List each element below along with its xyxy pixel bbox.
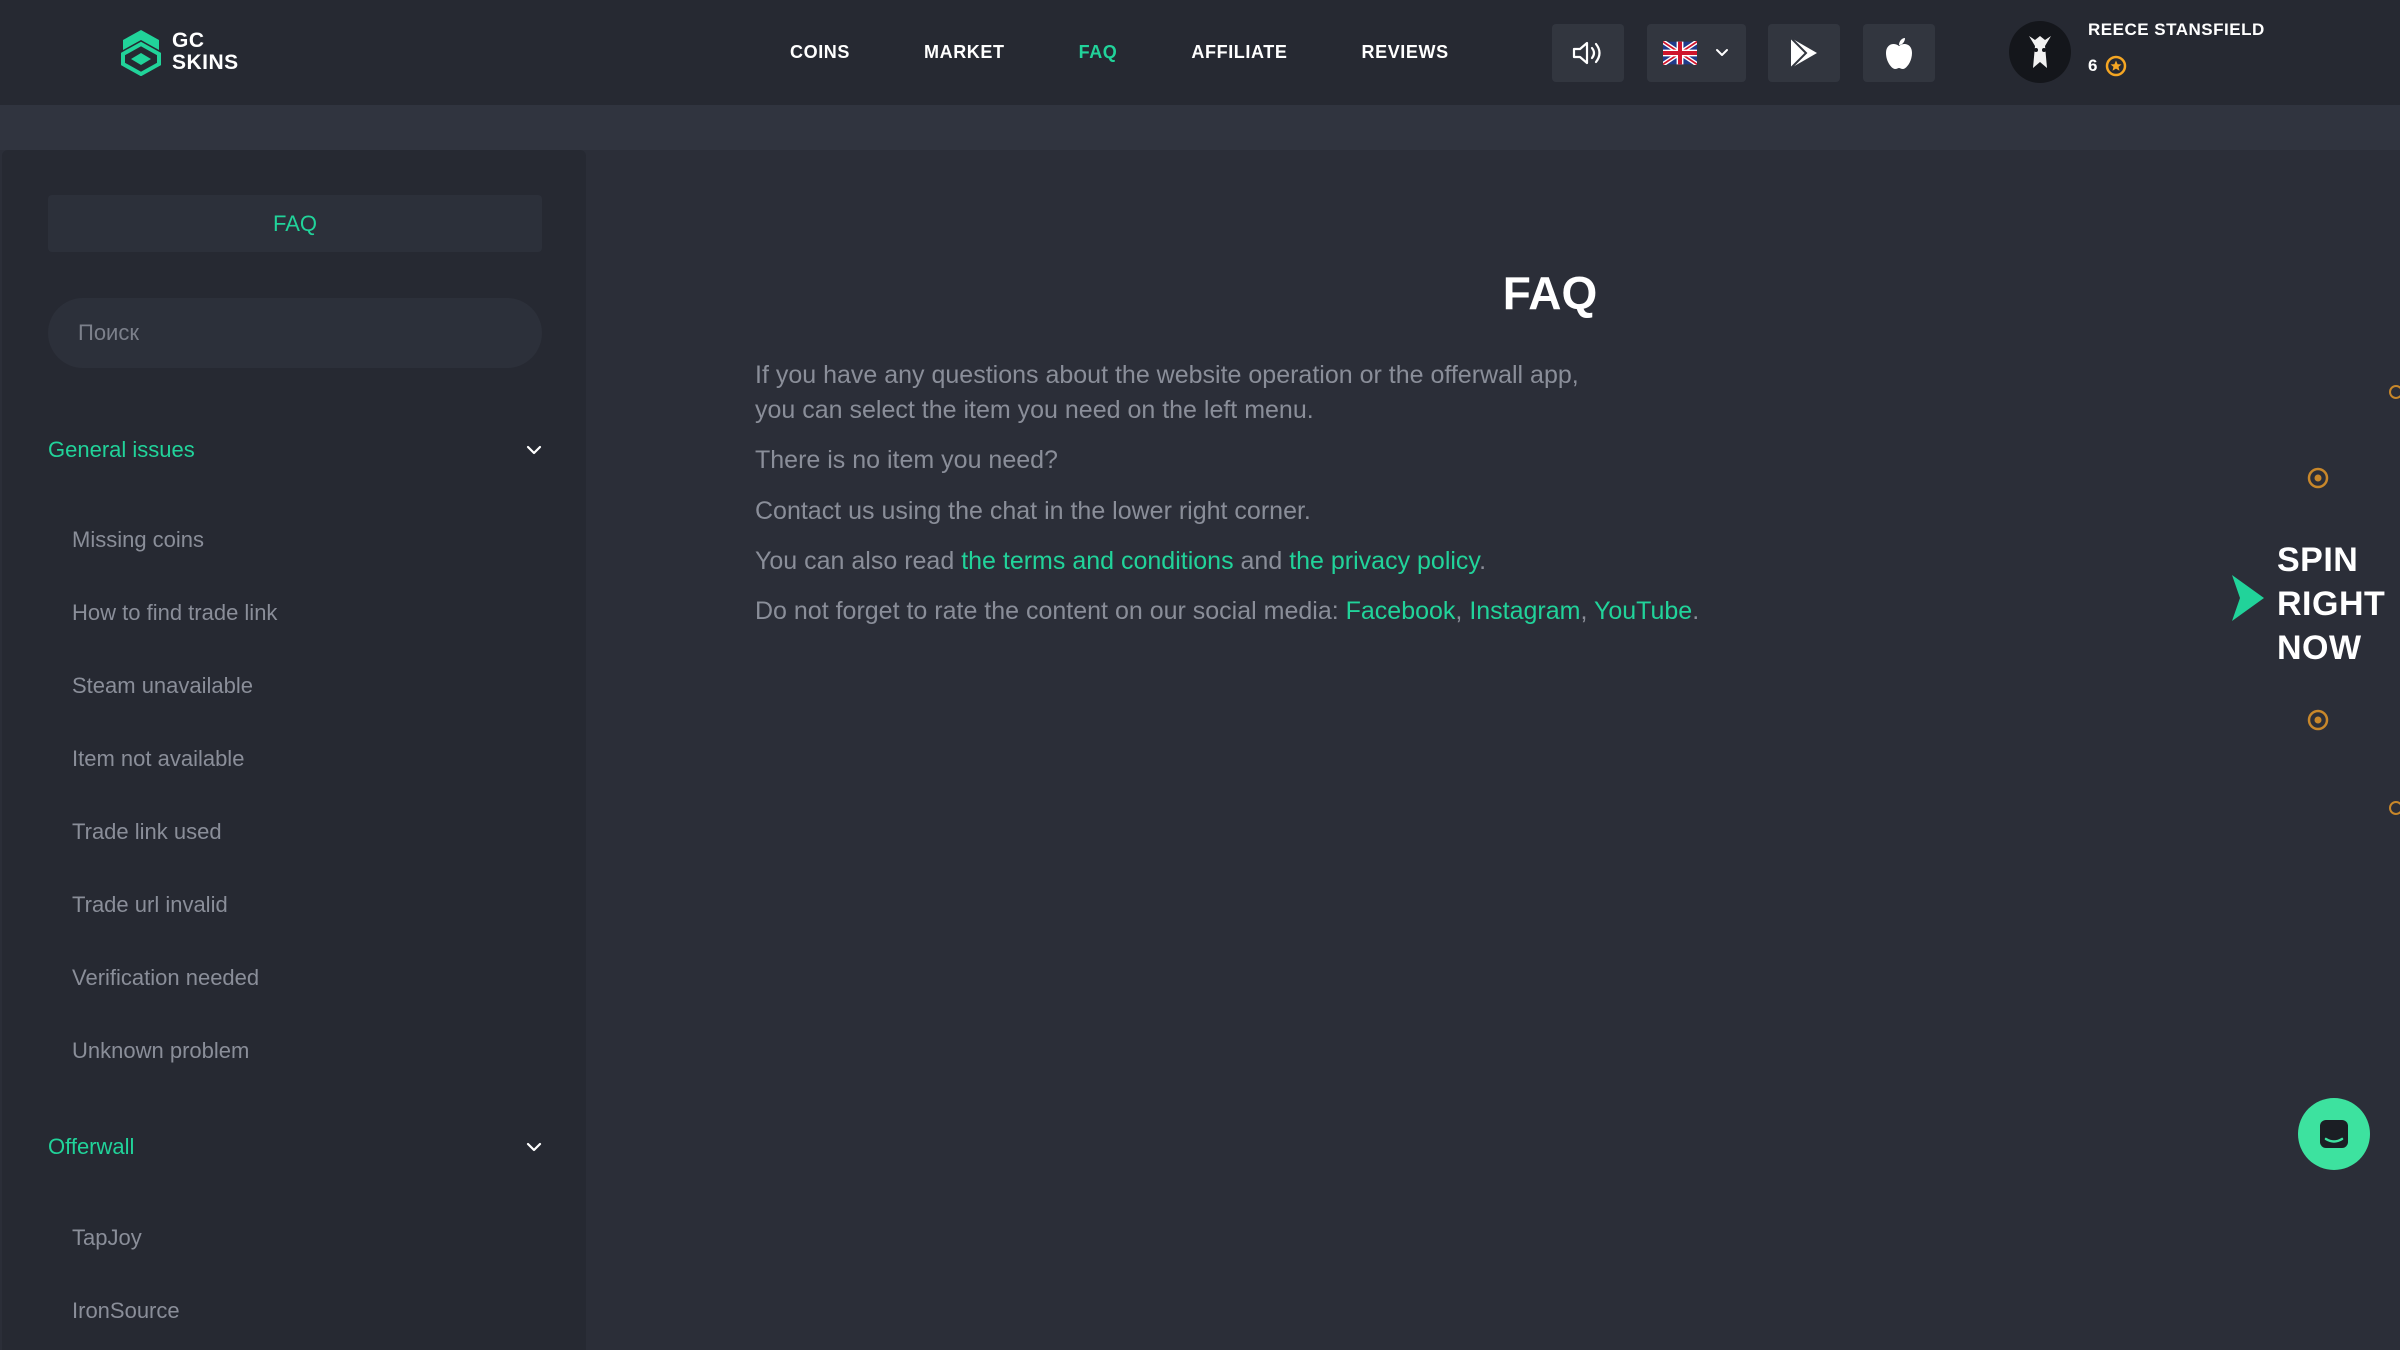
balance-value: 6 xyxy=(2088,56,2098,75)
nav-market[interactable]: MARKET xyxy=(924,42,1005,63)
sidebar-item-unknown-problem[interactable]: Unknown problem xyxy=(72,1038,249,1064)
no-item-text: There is no item you need? xyxy=(755,446,1058,474)
social-comma-2: , xyxy=(1580,597,1594,625)
search-input[interactable] xyxy=(48,298,542,368)
social-comma-1: , xyxy=(1455,597,1470,625)
sidebar-item-ironsource[interactable]: IronSource xyxy=(72,1298,180,1324)
spin-line3: NOW xyxy=(2277,629,2362,667)
intro-text-line2: you can select the item you need on the … xyxy=(755,396,1314,424)
legal-and: and xyxy=(1233,547,1290,575)
brand-logo[interactable]: GC SKINS xyxy=(120,26,239,78)
terms-link[interactable]: the terms and conditions xyxy=(961,547,1233,575)
sidebar-item-verification-needed[interactable]: Verification needed xyxy=(72,965,259,991)
app-store-button[interactable] xyxy=(1863,24,1935,82)
section-label: Offerwall xyxy=(48,1134,135,1159)
avatar-image xyxy=(2029,36,2051,68)
sidebar-item-tapjoy[interactable]: TapJoy xyxy=(72,1225,142,1251)
legal-text: You can also read the terms and conditio… xyxy=(755,544,1486,579)
instagram-link[interactable]: Instagram xyxy=(1469,597,1580,625)
sidebar-title: FAQ xyxy=(48,195,542,252)
social-text: Do not forget to rate the content on our… xyxy=(755,594,1699,629)
play-store-icon xyxy=(1790,37,1817,69)
section-label: General issues xyxy=(48,437,195,462)
nav-coins[interactable]: COINS xyxy=(790,42,850,63)
intro-text-line1: If you have any questions about the webs… xyxy=(755,361,1579,389)
language-select[interactable] xyxy=(1647,24,1746,82)
section-offerwall[interactable]: Offerwall xyxy=(48,1127,542,1167)
apple-icon xyxy=(1886,38,1912,69)
logo-text: GC SKINS xyxy=(172,30,239,74)
user-balance: 6 xyxy=(2088,55,2127,77)
spin-line2: RIGHT xyxy=(2277,585,2386,623)
social-prefix: Do not forget to rate the content on our… xyxy=(755,597,1346,625)
logo-icon xyxy=(121,30,161,76)
sound-toggle-button[interactable] xyxy=(1552,24,1624,82)
top-header: GC SKINS COINS MARKET FAQ AFFILIATE REVI… xyxy=(0,0,2400,105)
nav-faq[interactable]: FAQ xyxy=(1079,42,1118,63)
nav-reviews[interactable]: REVIEWS xyxy=(1361,42,1448,63)
legal-period: . xyxy=(1479,547,1487,575)
logo-text-line2: SKINS xyxy=(172,51,239,74)
speaker-icon xyxy=(1572,41,1601,65)
facebook-link[interactable]: Facebook xyxy=(1346,597,1456,625)
youtube-link[interactable]: YouTube xyxy=(1594,597,1692,625)
sidebar-item-find-trade-link[interactable]: How to find trade link xyxy=(72,600,277,626)
chat-icon xyxy=(2320,1120,2348,1148)
sidebar-item-missing-coins[interactable]: Missing coins xyxy=(72,527,204,553)
coin-icon xyxy=(2106,55,2127,77)
faq-sidebar: FAQ General issues Missing coins How to … xyxy=(2,150,586,1350)
contact-text: Contact us using the chat in the lower r… xyxy=(755,497,1311,525)
chat-button[interactable] xyxy=(2298,1098,2370,1170)
legal-prefix: You can also read xyxy=(755,547,962,575)
main-nav: COINS MARKET FAQ AFFILIATE REVIEWS xyxy=(790,0,1449,105)
sidebar-item-trade-link-used[interactable]: Trade link used xyxy=(72,819,222,845)
social-period: . xyxy=(1692,597,1700,625)
page-title: FAQ xyxy=(1502,267,1598,319)
sidebar-item-trade-url-invalid[interactable]: Trade url invalid xyxy=(72,892,228,918)
section-general-issues[interactable]: General issues xyxy=(48,430,542,470)
user-name[interactable]: REECE STANSFIELD xyxy=(2088,20,2265,40)
sidebar-item-item-not-available[interactable]: Item not available xyxy=(72,746,244,772)
chevron-down-icon xyxy=(526,445,542,455)
sidebar-item-steam-unavailable[interactable]: Steam unavailable xyxy=(72,673,253,699)
logo-text-line1: GC xyxy=(172,29,205,52)
privacy-link[interactable]: the privacy policy xyxy=(1289,547,1479,575)
chevron-down-icon xyxy=(526,1142,542,1152)
google-play-button[interactable] xyxy=(1768,24,1840,82)
header-strip xyxy=(0,105,2400,150)
user-avatar[interactable] xyxy=(2009,21,2071,83)
chevron-down-icon xyxy=(1716,49,1728,56)
spin-line1: SPIN xyxy=(2277,541,2359,579)
nav-affiliate[interactable]: AFFILIATE xyxy=(1191,42,1287,63)
uk-flag-icon xyxy=(1663,41,1697,65)
spin-now-label[interactable]: SPIN RIGHT NOW xyxy=(2277,538,2385,670)
